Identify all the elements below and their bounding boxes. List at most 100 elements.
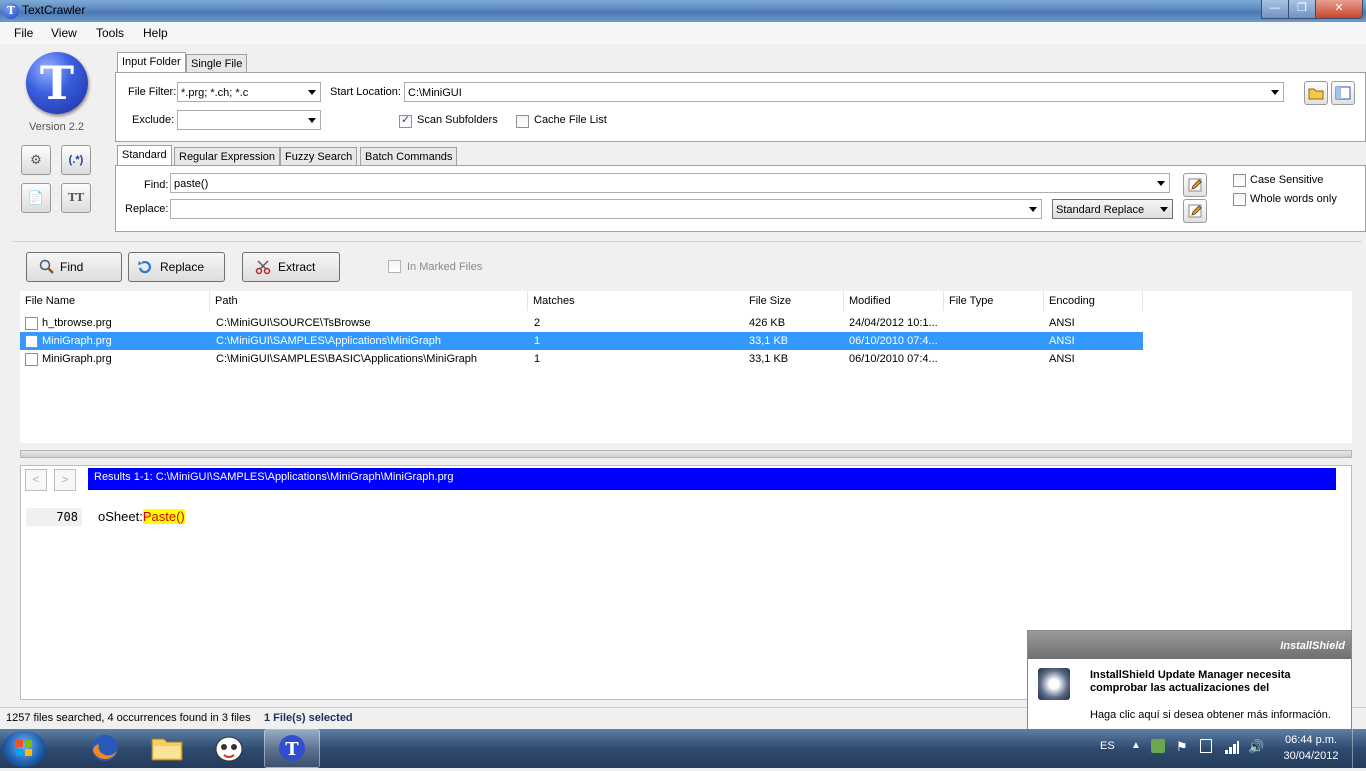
show-desktop-button[interactable] [1352,729,1366,768]
start-location-combo[interactable]: C:\MiniGUI [404,82,1284,102]
tab-standard[interactable]: Standard [117,145,172,166]
network-icon[interactable] [1224,739,1240,758]
show-hidden-icons[interactable]: ▲ [1131,740,1141,751]
pencil-icon [1188,204,1202,218]
case-sensitive-checkbox[interactable] [1233,174,1246,187]
input-folder-panel: File Filter: *.prg; *.ch; *.c Exclude: S… [115,72,1366,142]
replace-button-label: Replace [160,260,205,274]
tab-single-file[interactable]: Single File [186,54,248,73]
settings-button[interactable]: ⚙ [21,145,51,175]
extract-button[interactable]: Extract [242,252,340,282]
cell-matches: 1 [534,353,541,365]
taskbar: T ES ▲ ⚑ 🔊 06:44 p.m. 30/04/2012 [0,729,1366,768]
refresh-icon [138,260,151,274]
font-icon: TT [68,191,84,204]
tray-app-icon[interactable] [1151,739,1165,753]
tab-input-folder[interactable]: Input Folder [117,52,186,73]
cell-modified: 06/10/2010 07:4... [849,353,938,365]
replace-button[interactable]: Replace [128,252,225,282]
status-summary: 1257 files searched, 4 occurrences found… [6,712,251,724]
signal-icon [1225,741,1239,754]
menu-view[interactable]: View [51,26,77,40]
row-checkbox[interactable] [25,335,38,348]
notification-header: InstallShield [1028,631,1351,659]
notification-popup[interactable]: InstallShield InstallShield Update Manag… [1027,630,1352,731]
column-file-name[interactable]: File Name [20,291,210,311]
minimize-button[interactable]: — [1261,0,1289,19]
edit-replace-button[interactable] [1183,199,1207,223]
find-button[interactable]: Find [26,252,122,282]
start-button[interactable] [2,731,46,767]
column-file-size[interactable]: File Size [744,291,844,311]
cell-encoding: ANSI [1049,335,1075,347]
replace-combo[interactable] [170,199,1042,219]
maximize-button[interactable]: ❐ [1288,0,1316,19]
clock-time[interactable]: 06:44 p.m. [1278,734,1344,746]
cell-file-size: 33,1 KB [749,335,789,347]
pencil-icon [1188,178,1202,192]
next-result-button[interactable]: > [54,469,76,491]
chevron-down-icon [308,118,316,123]
app-logo: T [26,52,88,114]
font-button[interactable]: TT [61,183,91,213]
cell-path: C:\MiniGUI\SOURCE\TsBrowse [216,317,371,329]
table-row-selected[interactable]: MiniGraph.prg C:\MiniGUI\SAMPLES\Applica… [20,332,1143,350]
find-combo[interactable]: paste() [170,173,1170,193]
column-modified[interactable]: Modified [844,291,944,311]
splitter[interactable] [20,450,1352,458]
taskbar-character[interactable] [204,729,254,768]
cell-file-size: 426 KB [749,317,786,329]
taskbar-firefox[interactable] [80,729,130,768]
tab-fuzzy-search[interactable]: Fuzzy Search [280,147,358,166]
file-filter-combo[interactable]: *.prg; *.ch; *.c [177,82,321,102]
table-row[interactable]: MiniGraph.prg C:\MiniGUI\SAMPLES\BASIC\A… [20,350,1143,368]
svg-text:T: T [285,739,299,760]
chevron-right-icon: > [61,474,69,486]
volume-icon[interactable]: 🔊 [1248,739,1264,755]
column-encoding[interactable]: Encoding [1044,291,1143,311]
results-header: Results 1-1: C:\MiniGUI\SAMPLES\Applicat… [88,468,1336,490]
cache-file-list-checkbox[interactable] [516,115,529,128]
tab-batch-commands[interactable]: Batch Commands [360,147,458,166]
column-matches[interactable]: Matches [528,291,748,311]
find-value: paste() [174,178,209,190]
in-marked-files-checkbox[interactable] [388,260,401,273]
prev-result-button[interactable]: < [25,469,47,491]
device-icon[interactable] [1200,739,1212,753]
row-checkbox[interactable] [25,317,38,330]
taskbar-explorer[interactable] [142,729,192,768]
menu-help[interactable]: Help [143,26,168,40]
taskbar-textcrawler[interactable]: T [264,729,320,768]
column-file-type[interactable]: File Type [944,291,1044,311]
replace-mode-select[interactable]: Standard Replace [1052,199,1173,219]
document-button[interactable]: 📄 [21,183,51,213]
row-checkbox[interactable] [25,353,38,366]
column-path[interactable]: Path [210,291,528,311]
notification-body[interactable]: Haga clic aquí si desea obtener más info… [1090,709,1331,721]
cell-matches: 2 [534,317,541,329]
browse-folder-button[interactable] [1304,81,1328,105]
regex-icon: (.*) [68,154,84,166]
whole-words-checkbox[interactable] [1233,193,1246,206]
edit-find-button[interactable] [1183,173,1207,197]
language-indicator[interactable]: ES [1100,740,1115,752]
menu-tools[interactable]: Tools [96,26,124,40]
action-center-icon[interactable]: ⚑ [1176,739,1188,755]
start-location-label: Start Location: [330,86,401,98]
scan-subfolders-checkbox[interactable] [399,113,412,128]
cell-file-size: 33,1 KB [749,353,789,365]
clock-date[interactable]: 30/04/2012 [1278,750,1344,762]
close-button[interactable]: ✕ [1315,0,1363,19]
find-label: Find: [144,179,169,191]
table-row[interactable]: h_tbrowse.prg C:\MiniGUI\SOURCE\TsBrowse… [20,314,1143,332]
cell-modified: 24/04/2012 10:1... [849,317,938,329]
file-results-grid: File Name Path Matches File Size Modifie… [20,291,1352,443]
tab-regular-expression[interactable]: Regular Expression [174,147,280,166]
exclude-combo[interactable] [177,110,321,130]
regex-button[interactable]: (.*) [61,145,91,175]
cell-modified: 06/10/2010 07:4... [849,335,938,347]
menu-file[interactable]: File [14,26,33,40]
version-label: Version 2.2 [29,121,85,133]
search-panel: Find: paste() Replace: Standard Replace … [115,165,1366,232]
panel-toggle-button[interactable] [1331,81,1355,105]
